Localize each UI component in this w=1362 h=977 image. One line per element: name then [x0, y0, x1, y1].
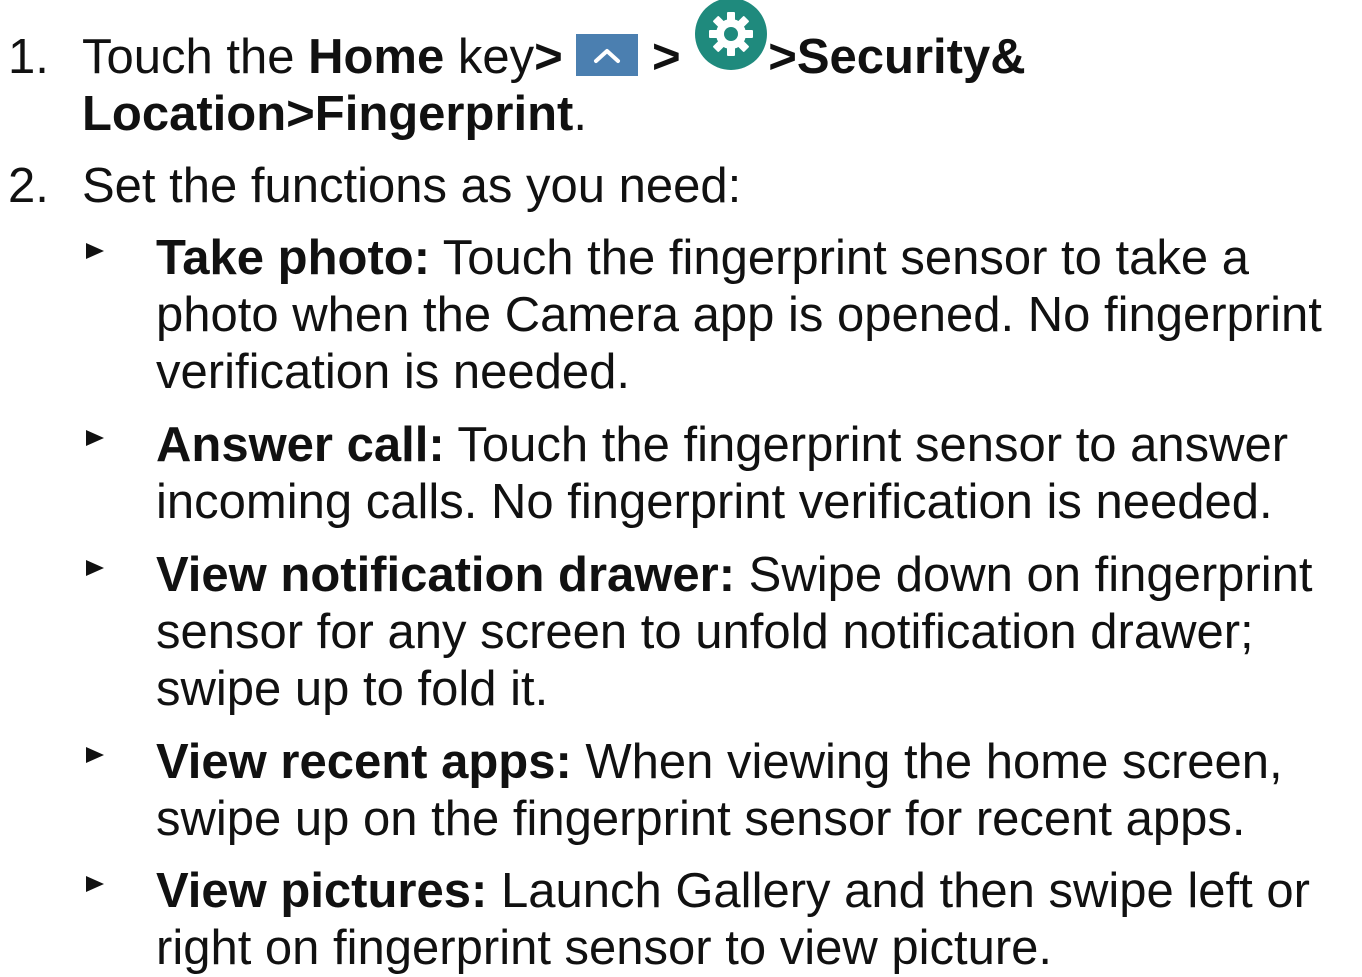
home-key-label: Home: [308, 30, 445, 84]
bullet-text: Take photo: Touch the fingerprint sensor…: [156, 230, 1356, 401]
bullet-term: View recent apps:: [156, 735, 572, 789]
bullet-term: Answer call:: [156, 418, 445, 472]
bullet-text: View pictures: Launch Gallery and then s…: [156, 863, 1356, 977]
bullet-term: View notification drawer:: [156, 548, 736, 602]
triangle-bullet-icon: [86, 243, 104, 259]
step-number: 1.: [8, 30, 49, 84]
step-text: Touch the: [82, 30, 309, 84]
settings-gear-icon: [694, 0, 768, 79]
bullet-text: View recent apps: When viewing the home …: [156, 734, 1356, 848]
chevron-up-icon: [576, 34, 639, 76]
step-2-text: Set the functions as you need:: [82, 159, 742, 213]
step-number: 2.: [8, 159, 49, 213]
path-separator: >: [534, 30, 577, 84]
bullet-text: Answer call: Touch the fingerprint senso…: [156, 417, 1356, 531]
bullet-text: View notification drawer: Swipe down on …: [156, 547, 1356, 718]
triangle-bullet-icon: [86, 876, 104, 892]
step-text: key: [444, 30, 535, 84]
period: .: [573, 87, 587, 141]
triangle-bullet-icon: [86, 747, 104, 763]
path-separator: >: [651, 30, 695, 84]
bullet-term: View pictures:: [156, 864, 488, 918]
triangle-bullet-icon: [86, 560, 104, 576]
step-1-text: Touch the Home key> > >Security& Locatio…: [82, 0, 1352, 143]
bullet-term: Take photo:: [156, 231, 431, 285]
triangle-bullet-icon: [86, 430, 104, 446]
